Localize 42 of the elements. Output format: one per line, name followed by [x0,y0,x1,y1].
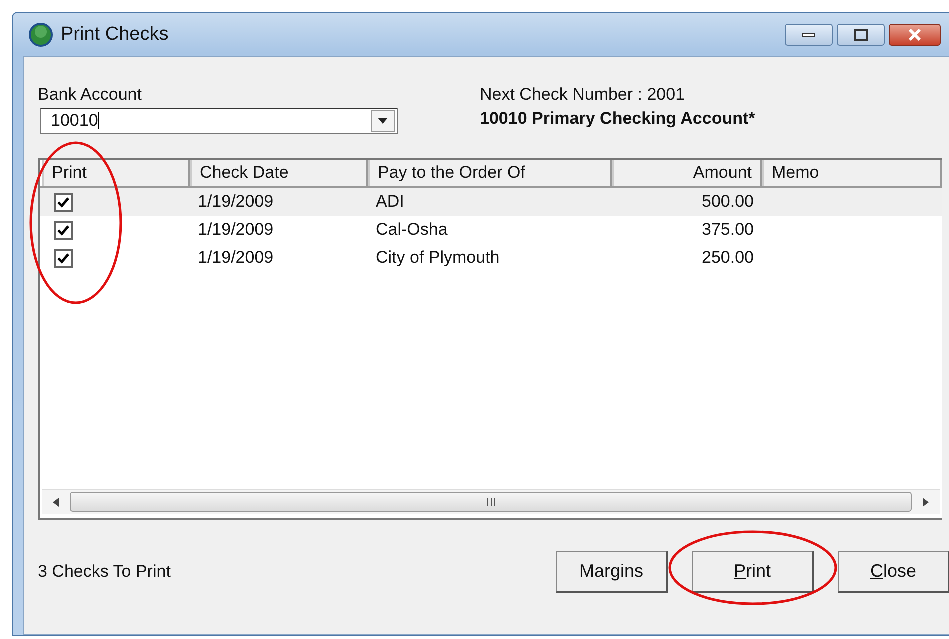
table-row[interactable]: 1/19/2009 City of Plymouth 250.00 [40,244,942,272]
account-name: 10010 Primary Checking Account* [480,109,756,129]
margins-button[interactable]: Margins [556,551,668,593]
checkbox[interactable] [54,192,73,212]
table-row[interactable]: 1/19/2009 Cal-Osha 375.00 [40,216,942,244]
scroll-thumb[interactable] [70,492,912,512]
bank-account-dropdown[interactable]: 10010 [40,108,398,134]
column-header[interactable]: Memo [762,160,942,186]
table-cell: 375.00 [702,220,754,239]
minimize-icon [802,32,816,38]
close-icon [908,28,922,40]
column-header[interactable]: Amount [612,160,762,186]
close-button[interactable]: Close [838,551,949,593]
print-button[interactable]: Print [692,551,814,593]
dropdown-arrow-icon [378,118,388,124]
grip-icon [486,498,496,506]
table-cell: ADI [376,192,404,211]
column-header[interactable]: Check Date [190,160,368,186]
table-cell: 1/19/2009 [198,220,274,239]
field-label: Bank Account [38,85,143,105]
table-cell: Cal-Osha [376,220,448,239]
checkbox[interactable] [54,220,73,240]
table-cell: 1/19/2009 [198,248,274,267]
scroll-left-icon[interactable] [53,498,59,506]
table-row[interactable]: 1/19/2009 ADI 500.00 [40,188,942,216]
maximize-icon [854,28,868,40]
next-check-number: Next Check Number : 2001 [480,85,686,105]
checkbox[interactable] [54,248,73,268]
checks-count: 3 Checks To Print [38,562,172,582]
table-cell: 1/19/2009 [198,192,274,211]
maximize-button[interactable] [837,24,885,46]
window-title: Print Checks [61,24,169,46]
table-cell: 250.00 [702,248,754,267]
horizontal-scrollbar[interactable] [42,489,940,514]
close-window-button[interactable] [889,24,941,46]
table-cell: 500.00 [702,192,754,211]
column-header[interactable]: Print [42,160,190,186]
app-logo-icon [29,22,53,46]
scroll-right-icon[interactable] [923,498,929,506]
minimize-button[interactable] [785,24,833,46]
column-header[interactable]: Pay to the Order Of [368,160,612,186]
table-cell: City of Plymouth [376,248,500,267]
